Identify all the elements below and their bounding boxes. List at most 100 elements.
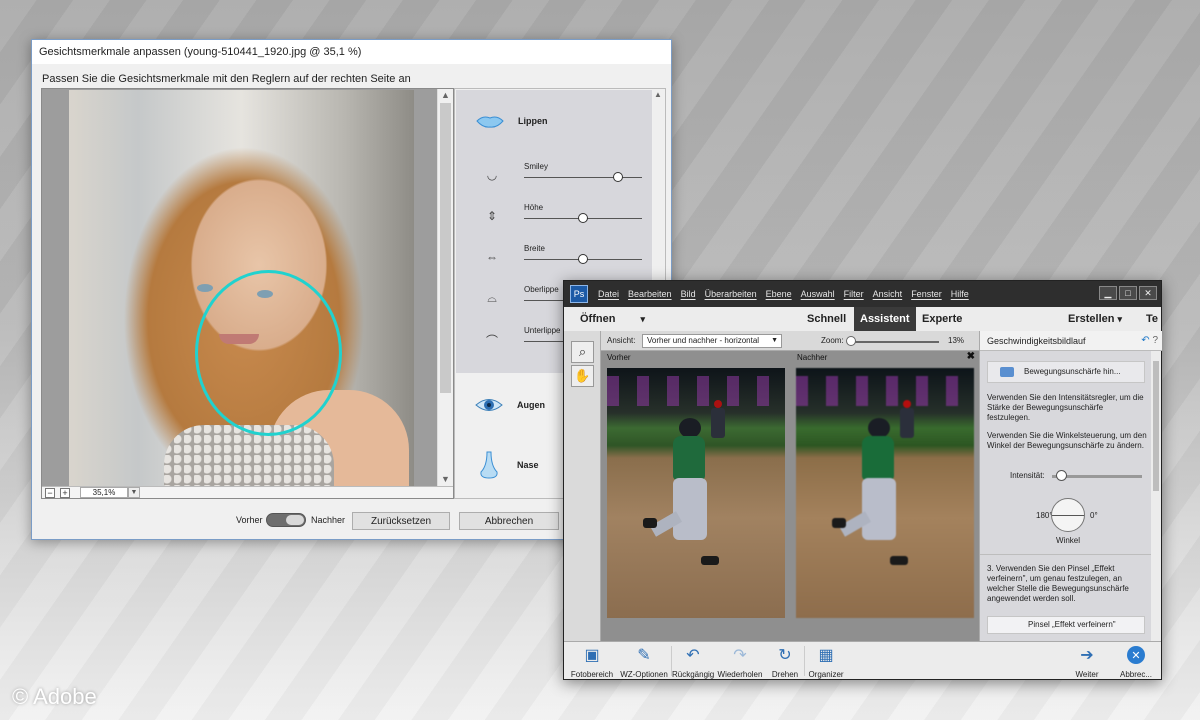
slider-knob[interactable] (613, 172, 624, 182)
chevron-down-icon: ▼ (771, 337, 778, 344)
nose-icon (475, 451, 503, 479)
angle-instruction: Verwenden Sie die Winkelsteuerung, um de… (987, 431, 1147, 450)
view-label: Ansicht: (607, 336, 636, 345)
menu-item-bearbeiten[interactable]: Bearbeiten (628, 289, 672, 299)
tab-assistent[interactable]: Assistent (854, 307, 916, 331)
create-button[interactable]: Erstellen ▾ (1068, 307, 1122, 331)
next-button[interactable]: ➔ Weiter (1070, 644, 1104, 679)
width-icon: ⇔ (486, 250, 498, 264)
minimize-icon[interactable]: ▁ (1099, 286, 1117, 300)
organizer-button[interactable]: ▦ Organizer (806, 644, 846, 679)
menu-item-filter[interactable]: Filter (844, 289, 864, 299)
slider-label: Unterlippe (524, 326, 561, 335)
portrait-photo (69, 90, 414, 486)
hand-tool-icon[interactable]: ✋ (571, 365, 594, 387)
scroll-up-icon[interactable]: ▲ (441, 90, 450, 100)
before-after-toggle[interactable] (266, 513, 306, 527)
slider-knob[interactable] (578, 254, 588, 264)
scroll-down-icon[interactable]: ▼ (441, 474, 450, 484)
menu-items: Datei Bearbeiten Bild Überarbeiten Ebene Ausw… (598, 289, 969, 299)
guided-panel: Geschwindigkeitsbildlauf ↶ ? Bewegungsun… (979, 331, 1162, 641)
lips-header[interactable]: Lippen (476, 114, 548, 128)
angle-dial[interactable] (1051, 498, 1085, 532)
next-icon: ➔ (1080, 647, 1094, 664)
rotate-icon: ↻ (778, 647, 792, 664)
step3-instruction: 3. Verwenden Sie den Pinsel „Effekt verf… (987, 564, 1129, 603)
slider-track[interactable] (524, 213, 642, 223)
window-controls: ▁ □ ✕ (1099, 286, 1157, 300)
cancel-editor-button[interactable]: ✕ Abbrec... (1116, 644, 1156, 679)
slider-knob[interactable] (578, 213, 588, 223)
zoom-value: 13% (948, 336, 965, 345)
view-select[interactable]: Vorher und nachher - horizontal ▼ (642, 334, 782, 348)
scroll-thumb[interactable] (440, 103, 451, 393)
upper-lip-icon: ⌓ (487, 291, 497, 305)
menu-item-datei[interactable]: Datei (598, 289, 619, 299)
preview-scrollbar[interactable]: ▲ ▼ (437, 89, 453, 486)
zoom-value[interactable]: 35,1% (80, 487, 128, 498)
menu-item-überarbeiten[interactable]: Überarbeiten (705, 289, 757, 299)
menu-item-ebene[interactable]: Ebene (766, 289, 792, 299)
panel-scrollbar[interactable] (1151, 351, 1161, 641)
options-bar: Ansicht: Vorher und nachher - horizontal… (601, 331, 979, 351)
photo-bin-icon: ▣ (584, 647, 600, 664)
help-icon: ? (1152, 335, 1158, 346)
tab-experte[interactable]: Experte (922, 307, 962, 331)
left-eye (197, 284, 213, 292)
after-label: Nachher (797, 353, 828, 362)
reset-button[interactable]: Zurücksetzen (352, 512, 450, 530)
organizer-icon: ▦ (818, 647, 834, 664)
nose-header[interactable]: Nase (475, 451, 539, 479)
menu-item-hilfe[interactable]: Hilfe (951, 289, 969, 299)
menu-item-fenster[interactable]: Fenster (911, 289, 942, 299)
bottom-bar: ▣ Fotobereich ✎ WZ-Optionen ↶ Rückgängig ↷ W… (564, 641, 1161, 679)
close-icon[interactable]: ✕ (1139, 286, 1157, 300)
menu-item-bild[interactable]: Bild (681, 289, 696, 299)
dialog-instruction: Passen Sie die Gesichtsmerkmale mit den … (42, 73, 411, 85)
before-label: Vorher (607, 353, 631, 362)
slider-label: Breite (524, 244, 545, 253)
scroll-up-icon[interactable]: ▲ (654, 90, 662, 99)
panel-reset-icon[interactable]: ↶ ? (1141, 331, 1158, 351)
angle-right-label: 0° (1090, 511, 1098, 520)
open-dropdown-icon[interactable]: ▾ (641, 314, 646, 324)
canvas-area: Vorher Nachher ✖ (601, 351, 979, 641)
open-button[interactable]: Öffnen ▾ (580, 307, 645, 331)
rotate-button[interactable]: ↻ Drehen (768, 644, 802, 679)
create-dropdown-icon: ▾ (1117, 314, 1123, 324)
menu-item-auswahl[interactable]: Auswahl (801, 289, 835, 299)
intensity-label: Intensität: (1010, 471, 1045, 480)
face-detection-circle[interactable] (195, 270, 342, 436)
close-compare-icon[interactable]: ✖ (967, 351, 975, 362)
slider-label: Höhe (524, 203, 544, 212)
menu-bar: Ps Datei Bearbeiten Bild Überarbeiten Ebene A… (564, 281, 1161, 307)
zoom-tool-icon[interactable]: ⌕ (571, 341, 594, 363)
panel-title: Geschwindigkeitsbildlauf ↶ ? (980, 331, 1162, 351)
undo-button[interactable]: ↶ Rückgängig (672, 644, 714, 679)
photo-bin-button[interactable]: ▣ Fotobereich (568, 644, 616, 679)
intensity-instruction: Verwenden Sie den Intensitätsregler, um … (987, 393, 1144, 422)
copyright-watermark: © Adobe (12, 684, 97, 709)
smile-icon: ◡ (486, 168, 498, 182)
menu-item-ansicht[interactable]: Ansicht (873, 289, 903, 299)
maximize-icon[interactable]: □ (1119, 286, 1137, 300)
slider-track[interactable] (524, 172, 642, 182)
photoshop-elements-window: Ps Datei Bearbeiten Bild Überarbeiten Ebene A… (563, 280, 1162, 680)
refine-brush-button[interactable]: Pinsel „Effekt verfeinern" (987, 616, 1145, 634)
zoom-slider-track[interactable] (849, 341, 939, 343)
toggle-before-label: Vorher (236, 515, 263, 525)
tool-options-button[interactable]: ✎ WZ-Optionen (618, 644, 670, 679)
eyes-header[interactable]: Augen (475, 397, 545, 413)
redo-button[interactable]: ↷ Wiederholen (716, 644, 764, 679)
zoom-in-button[interactable]: + (60, 488, 70, 498)
slider-track[interactable] (524, 254, 642, 264)
motion-blur-button[interactable]: Bewegungsunschärfe hin... (987, 361, 1145, 383)
tab-truncated[interactable]: Te (1146, 307, 1158, 331)
zoom-out-button[interactable]: − (45, 488, 55, 498)
cancel-button[interactable]: Abbrechen (459, 512, 559, 530)
tab-schnell[interactable]: Schnell (807, 307, 846, 331)
eye-icon (475, 397, 503, 413)
zoom-slider-knob[interactable] (846, 336, 856, 346)
zoom-dropdown-icon[interactable]: ▼ (128, 487, 140, 498)
intensity-knob[interactable] (1056, 470, 1067, 481)
